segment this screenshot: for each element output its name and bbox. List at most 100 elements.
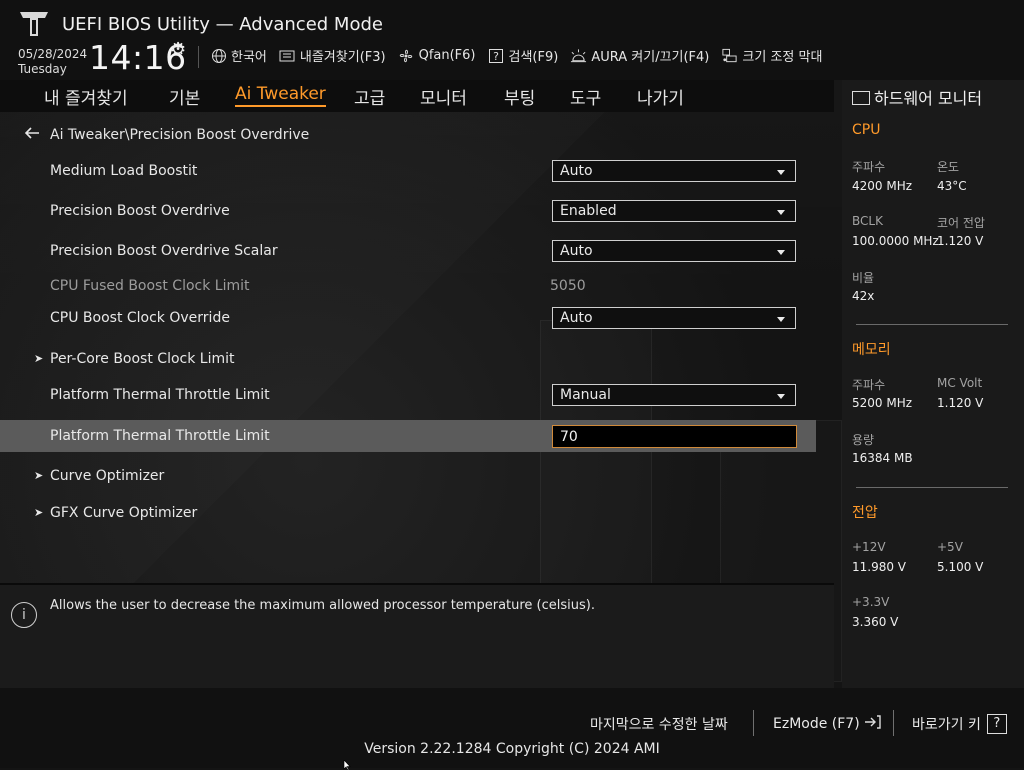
globe-icon [210,47,227,64]
tab-ai-tweaker[interactable]: Ai Tweaker [235,84,326,107]
cpu-boost-clock-override-select[interactable]: Auto [552,307,796,329]
toolbar-favorites-label: 내즐겨찾기(F3) [299,50,386,65]
toolbar-qfan-label: Qfan(F6) [418,48,476,63]
brand-logo-icon [20,12,48,36]
chevron-down-icon [777,394,785,399]
setting-row[interactable]: Medium Load Boostit Auto [0,155,816,187]
last-modified-label: 마지막으로 수정한 날짜 [590,717,728,733]
toolbar-search[interactable]: ? 검색(F9) [488,46,559,65]
breadcrumb: Ai Tweaker\Precision Boost Overdrive [24,125,309,144]
submenu-curve-optimizer[interactable]: ➤ Curve Optimizer [0,460,816,492]
ratio-label: 비율 [852,271,875,285]
tab-my-favorites[interactable]: 내 즐겨찾기 [44,84,128,109]
setting-row-selected[interactable]: Platform Thermal Throttle Limit [0,420,816,452]
help-search-icon: ? [488,47,505,64]
back-arrow-icon[interactable] [24,125,42,144]
setting-row: CPU Fused Boost Clock Limit 5050 [0,270,816,302]
monitor-icon [852,91,870,105]
select-value: Auto [560,310,593,326]
fan-icon [398,47,415,64]
settings-panel: Ai Tweaker\Precision Boost Overdrive Med… [0,112,834,577]
help-text: Allows the user to decrease the maximum … [50,598,595,613]
mem-freq-label: 주파수 [852,378,886,392]
setting-row[interactable]: Precision Boost Overdrive Enabled [0,195,816,227]
last-modified-button[interactable]: 마지막으로 수정한 날짜 [590,714,728,734]
setting-row[interactable]: CPU Boost Clock Override Auto [0,302,816,334]
tab-exit[interactable]: 나가기 [637,84,684,109]
app-title: UEFI BIOS Utility — Advanced Mode [62,14,383,35]
pbo-scalar-select[interactable]: Auto [552,240,796,262]
chevron-down-icon [777,317,785,322]
exit-arrow-icon [864,714,882,734]
toolbar-search-label: 검색(F9) [508,50,559,65]
divider [856,324,1008,325]
v5-value: 5.100 V [937,560,984,574]
toolbar-resize-bar[interactable]: 크기 조정 막대 [721,46,822,65]
tab-tool[interactable]: 도구 [570,84,601,109]
mem-capacity-label: 용량 [852,433,875,447]
setting-row[interactable]: Platform Thermal Throttle Limit Manual [0,379,816,411]
gear-icon[interactable]: ⚙ [170,41,186,59]
resize-bar-icon [721,47,738,64]
chevron-down-icon [777,210,785,215]
v12-label: +12V [852,540,886,554]
mem-freq-value: 5200 MHz [852,396,913,410]
ezmode-button[interactable]: EzMode (F7) [773,714,882,734]
divider [856,487,1008,488]
submenu-label: Per-Core Boost Clock Limit [50,351,235,367]
divider [893,710,894,736]
question-icon: ? [986,714,1007,734]
mc-volt-value: 1.120 V [937,396,984,410]
help-panel: i Allows the user to decrease the maximu… [0,583,834,690]
toolbar-aura-label: AURA 켜기/끄기(F4) [591,50,710,65]
toolbar-aura[interactable]: AURA 켜기/끄기(F4) [570,46,709,65]
divider [753,710,754,736]
tab-advanced[interactable]: 고급 [354,84,385,109]
submenu-label: GFX Curve Optimizer [50,505,198,521]
toolbar-language[interactable]: 한국어 [210,46,267,65]
tab-main[interactable]: 기본 [169,84,200,109]
chevron-right-icon: ➤ [34,469,44,482]
setting-label: Precision Boost Overdrive [50,203,230,219]
setting-label: Precision Boost Overdrive Scalar [50,243,278,259]
ratio-value: 42x [852,289,875,303]
thermal-throttle-mode-select[interactable]: Manual [552,384,796,406]
hotkeys-label: 바로가기 키 [912,717,981,733]
cpu-temp-label: 온도 [937,160,960,174]
setting-label: CPU Fused Boost Clock Limit [50,278,250,294]
toolbar-favorites[interactable]: 내즐겨찾기(F3) [279,46,386,65]
toolbar-qfan[interactable]: Qfan(F6) [398,47,476,64]
medium-load-boostit-select[interactable]: Auto [552,160,796,182]
precision-boost-overdrive-select[interactable]: Enabled [552,200,796,222]
setting-label: CPU Boost Clock Override [50,310,230,326]
mouse-cursor-icon [343,760,351,770]
vcore-value: 1.120 V [937,234,984,248]
tab-boot[interactable]: 부팅 [504,84,535,109]
submenu-per-core-boost-clock-limit[interactable]: ➤ Per-Core Boost Clock Limit [0,343,816,375]
aura-icon [570,47,587,64]
svg-text:?: ? [493,50,499,63]
hardware-monitor-title-text: 하드웨어 모니터 [874,89,983,108]
mc-volt-label: MC Volt [937,376,983,390]
submenu-gfx-curve-optimizer[interactable]: ➤ GFX Curve Optimizer [0,497,816,529]
bclk-value: 100.0000 MHz [852,234,939,248]
version-text: Version 2.22.1284 Copyright (C) 2024 AMI [364,741,660,757]
chevron-down-icon [777,250,785,255]
thermal-throttle-limit-input[interactable] [552,425,797,448]
vcore-label: 코어 전압 [937,216,985,230]
chevron-right-icon: ➤ [34,506,44,519]
header: UEFI BIOS Utility — Advanced Mode 05/28/… [0,0,1024,80]
tab-monitor[interactable]: 모니터 [420,84,467,109]
main-menu: 내 즐겨찾기 기본 Ai Tweaker 고급 모니터 부팅 도구 나가기 [0,80,834,112]
bclk-label: BCLK [852,214,883,228]
cpu-temp-value: 43°C [937,179,967,193]
setting-label: Platform Thermal Throttle Limit [50,387,270,403]
submenu-label: Curve Optimizer [50,468,165,484]
footer: 마지막으로 수정한 날짜 EzMode (F7) 바로가기 키 ? Versio… [0,688,1024,770]
readonly-value: 5050 [550,278,586,294]
setting-row[interactable]: Precision Boost Overdrive Scalar Auto [0,235,816,267]
cpu-freq-label: 주파수 [852,160,886,174]
hotkeys-button[interactable]: 바로가기 키 ? [912,714,1007,734]
divider [198,46,199,68]
select-value: Auto [560,163,593,179]
